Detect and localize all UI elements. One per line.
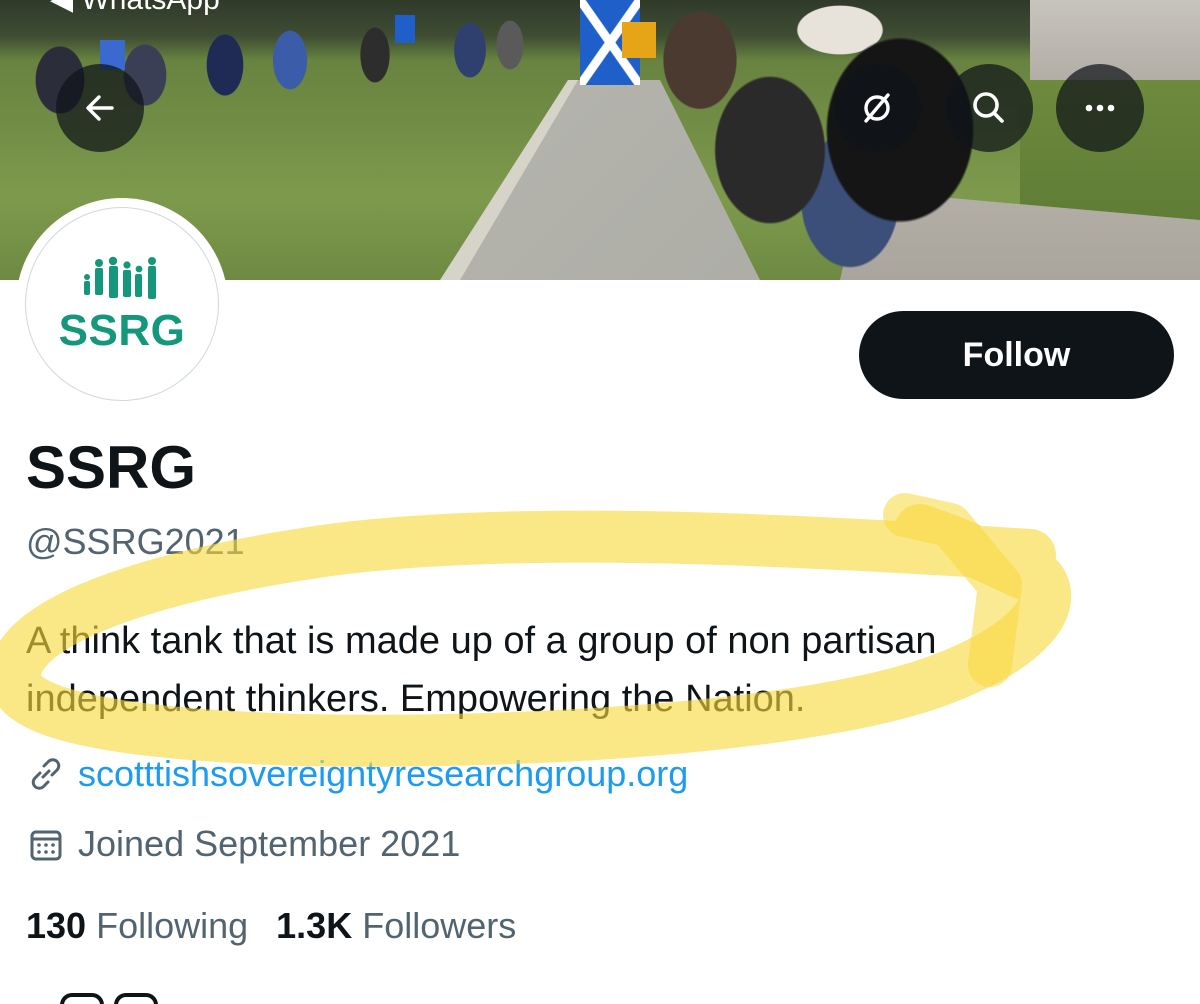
banner-lion-flag (622, 22, 656, 58)
grok-slash-icon (864, 93, 890, 123)
more-horizontal-icon (1085, 104, 1115, 112)
joined-row: Joined September 2021 (26, 822, 460, 866)
display-name: SSRG (26, 434, 197, 501)
avatar[interactable]: SSRG (16, 198, 228, 410)
avatar-text: SSRG (58, 306, 186, 355)
followers-stat[interactable]: 1.3K Followers (276, 904, 516, 948)
banner-flag (395, 15, 415, 43)
joined-date: Joined September 2021 (78, 823, 461, 864)
people-figures-icon (84, 256, 156, 299)
followers-label: Followers (362, 905, 517, 946)
grok-button[interactable] (833, 64, 921, 152)
link-icon (31, 758, 61, 790)
next-section-peek (60, 992, 180, 1004)
more-button[interactable] (1056, 64, 1144, 152)
calendar-icon (30, 830, 62, 861)
website-link[interactable]: scotttishsovereigntyresearchgroup.org (78, 752, 688, 796)
following-label: Following (96, 905, 249, 946)
profile-stats: 130 Following 1.3K Followers (26, 904, 544, 948)
arrow-left-icon (86, 95, 114, 121)
search-icon (973, 92, 1004, 123)
follow-button[interactable]: Follow (859, 311, 1174, 399)
avatar-logo: SSRG (25, 207, 219, 401)
website-row: scotttishsovereigntyresearchgroup.org (26, 752, 688, 796)
status-bar-back-app[interactable]: ◀ WhatsApp (50, 0, 220, 17)
profile-handle: @SSRG2021 (26, 521, 245, 562)
profile-bio: A think tank that is made up of a group … (26, 620, 937, 720)
followers-count: 1.3K (276, 905, 353, 946)
following-count: 130 (26, 905, 87, 946)
following-stat[interactable]: 130 Following (26, 904, 248, 948)
search-button[interactable] (945, 64, 1033, 152)
back-button[interactable] (56, 64, 144, 152)
